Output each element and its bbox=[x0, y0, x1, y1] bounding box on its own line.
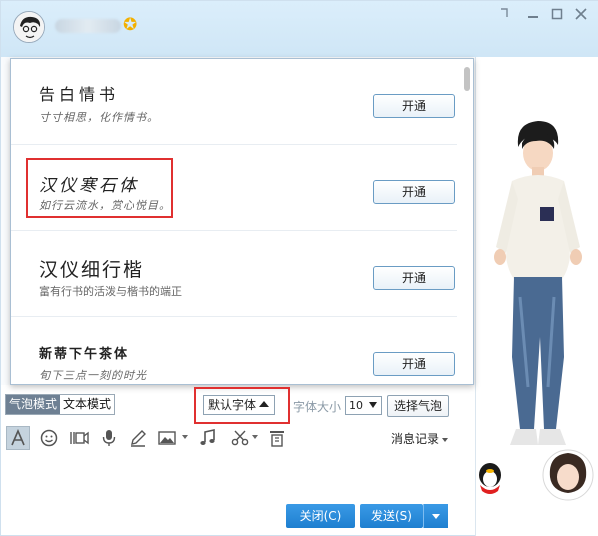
emoji-icon[interactable] bbox=[37, 426, 61, 450]
font-item[interactable]: 告白情书 寸寸相思，化作情书。 开通 bbox=[11, 59, 457, 145]
text-mode-tab[interactable]: 文本模式 bbox=[60, 395, 115, 414]
minimize-icon[interactable] bbox=[495, 7, 513, 25]
font-item[interactable]: 新蒂下午茶体 旬下三点一刻的时光 开通 bbox=[11, 317, 457, 384]
close-chat-button[interactable]: 关闭(C) bbox=[286, 504, 355, 528]
activate-font-button[interactable]: 开通 bbox=[373, 352, 455, 376]
mode-switch: 气泡模式 文本模式 bbox=[5, 394, 116, 415]
font-size-value: 10 bbox=[349, 399, 363, 412]
chevron-down-icon bbox=[442, 437, 449, 442]
font-item-desc: 富有行书的活泼与楷书的端正 bbox=[39, 285, 182, 298]
pen-icon[interactable] bbox=[126, 426, 150, 450]
scissors-icon[interactable] bbox=[228, 426, 252, 450]
contact-nickname bbox=[55, 19, 121, 33]
choose-bubble-button[interactable]: 选择气泡 bbox=[387, 395, 449, 417]
font-item[interactable]: 汉仪细行楷 富有行书的活泼与楷书的端正 开通 bbox=[11, 231, 457, 317]
show-panel bbox=[475, 57, 598, 536]
avatar-show-figure bbox=[479, 121, 594, 501]
font-popup: 告白情书 寸寸相思，化作情书。 开通 汉仪寒石体 如行云流水，赏心悦目。 开通 … bbox=[10, 58, 474, 385]
font-item-desc: 旬下三点一刻的时光 bbox=[39, 369, 147, 382]
font-family-select[interactable]: 默认字体 bbox=[203, 395, 275, 415]
activate-font-button[interactable]: 开通 bbox=[373, 180, 455, 204]
font-item-name: 告白情书 bbox=[39, 85, 120, 104]
chevron-down-icon bbox=[432, 514, 440, 519]
chevron-down-icon[interactable] bbox=[252, 435, 258, 439]
title-bar: ✪ bbox=[1, 1, 598, 57]
font-item-name: 新蒂下午茶体 bbox=[39, 347, 130, 362]
chevron-down-icon[interactable] bbox=[182, 435, 188, 439]
message-history-link[interactable]: 消息记录 bbox=[391, 430, 449, 447]
vip-star-icon[interactable]: ✪ bbox=[123, 16, 137, 34]
close-button[interactable] bbox=[572, 7, 590, 25]
music-icon[interactable] bbox=[195, 426, 219, 450]
bubble-mode-tab[interactable]: 气泡模式 bbox=[6, 395, 61, 414]
font-item-name: 汉仪细行楷 bbox=[39, 259, 145, 281]
font-size-select[interactable]: 10 bbox=[345, 396, 382, 415]
chat-window: ✪ 告白情书 寸寸相思，化作情书。 开通 汉仪寒石体 如行云流水，赏心悦目。 开… bbox=[0, 0, 598, 536]
maximize-button[interactable] bbox=[548, 7, 566, 25]
send-options-button[interactable] bbox=[423, 504, 448, 528]
highlight-box bbox=[26, 158, 173, 218]
image-icon[interactable] bbox=[155, 426, 179, 450]
font-size-label: 字体大小 bbox=[293, 400, 342, 414]
font-icon[interactable] bbox=[6, 426, 30, 450]
chevron-up-icon bbox=[259, 401, 269, 407]
activate-font-button[interactable]: 开通 bbox=[373, 266, 455, 290]
popup-scrollbar[interactable] bbox=[459, 59, 473, 384]
send-button[interactable]: 发送(S) bbox=[360, 504, 423, 528]
voice-icon[interactable] bbox=[97, 426, 121, 450]
font-item-desc: 寸寸相思，化作情书。 bbox=[39, 111, 159, 124]
contact-avatar[interactable] bbox=[13, 11, 45, 43]
activate-font-button[interactable]: 开通 bbox=[373, 94, 455, 118]
trash-icon[interactable] bbox=[265, 426, 289, 450]
scrollbar-thumb[interactable] bbox=[464, 67, 470, 91]
font-family-value: 默认字体 bbox=[208, 398, 257, 412]
message-history-label: 消息记录 bbox=[391, 432, 440, 446]
minimize-button[interactable] bbox=[524, 7, 542, 25]
chevron-down-icon bbox=[369, 402, 377, 408]
video-icon[interactable] bbox=[67, 426, 91, 450]
